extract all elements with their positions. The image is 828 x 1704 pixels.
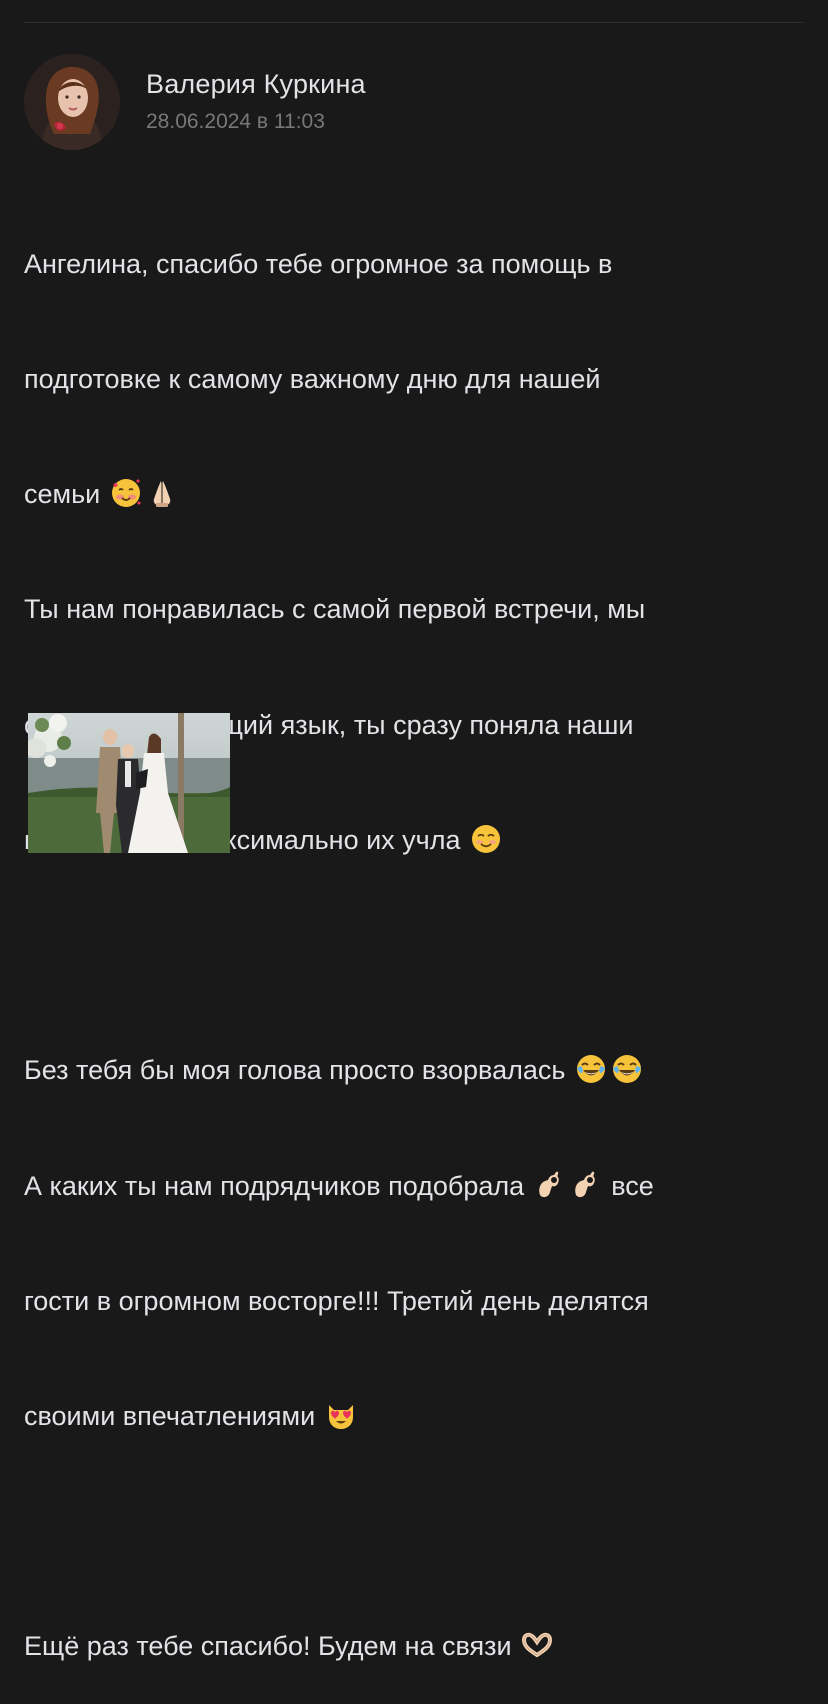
smiling-face-with-hearts-icon <box>110 477 142 509</box>
post-text-line <box>24 936 814 974</box>
heart-eyes-cat-icon <box>325 1399 357 1431</box>
ok-hand-icon <box>534 1169 566 1201</box>
photo-attachment[interactable] <box>28 713 230 853</box>
post-text-line: гости в огромном восторге!!! Третий день… <box>24 1285 649 1316</box>
heart-hands-icon <box>521 1629 553 1661</box>
tears-of-joy-icon <box>611 1053 643 1085</box>
post-text-line: подготовке к самому важному дню для наше… <box>24 364 601 395</box>
folded-hands-icon <box>146 477 178 509</box>
post-text-line: А каких ты нам подрядчиков подобрала все <box>24 1169 654 1201</box>
post-text-line: Ты нам понравилась с самой первой встреч… <box>24 594 646 625</box>
post-date[interactable]: 28.06.2024 в 11:03 <box>146 107 366 137</box>
author-name[interactable]: Валерия Куркина <box>146 67 366 101</box>
post-text-line: Ещё раз тебе спасибо! Будем на связи <box>24 1627 814 1665</box>
avatar[interactable] <box>24 54 120 150</box>
post-text-line: своими впечатлениями <box>24 1397 814 1435</box>
post-text-line: Без тебя бы моя голова просто взорвалась <box>24 1051 814 1089</box>
smiling-face-icon <box>470 823 502 855</box>
post-text: Ангелина, спасибо тебе огромное за помощ… <box>24 168 814 1704</box>
ok-hand-icon <box>570 1169 602 1201</box>
author-block: Валерия Куркина 28.06.2024 в 11:03 <box>146 67 366 137</box>
post-text-line: семьи <box>24 475 814 513</box>
post-text-line: Ангелина, спасибо тебе огромное за помощ… <box>24 248 613 279</box>
tears-of-joy-icon <box>575 1053 607 1085</box>
post-header: Валерия Куркина 28.06.2024 в 11:03 <box>24 54 366 150</box>
top-divider <box>24 22 804 23</box>
post-text-line <box>24 1512 814 1550</box>
